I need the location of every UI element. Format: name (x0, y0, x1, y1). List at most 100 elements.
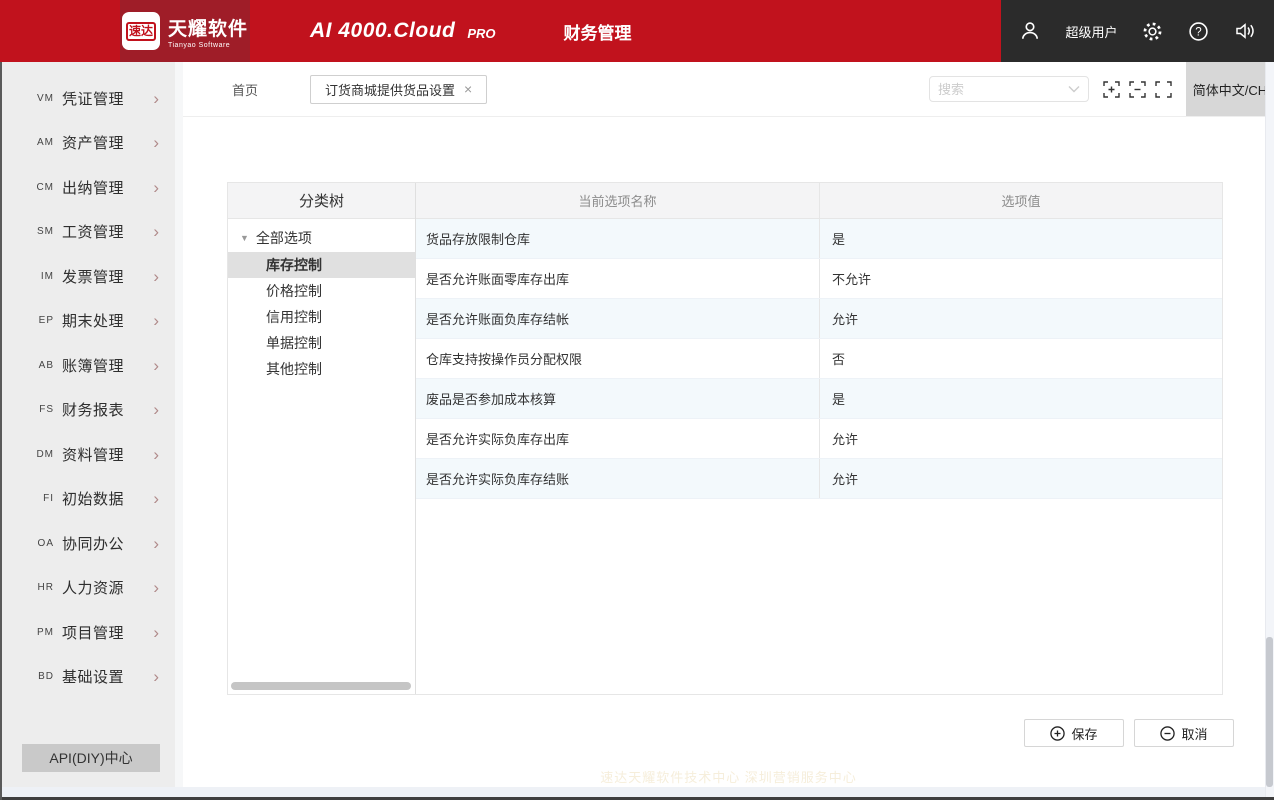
sidebar-item[interactable]: PM 项目管理 › (0, 610, 175, 655)
chevron-down-icon[interactable] (1068, 85, 1080, 93)
option-name-cell: 是否允许实际负库存出库 (416, 419, 819, 458)
sidebar-item-label: 财务报表 (62, 399, 124, 420)
chevron-right-icon: › (153, 668, 159, 685)
sidebar-item-label: 基础设置 (62, 666, 124, 687)
sidebar-item-code: PM (28, 627, 54, 638)
brand-name: 天耀软件 (168, 14, 248, 41)
close-icon[interactable]: × (464, 81, 472, 97)
fullscreen-icon[interactable] (1155, 81, 1172, 98)
option-value-cell[interactable]: 允许 (819, 419, 1222, 458)
option-value-cell[interactable]: 是 (819, 379, 1222, 418)
plus-circle-icon (1050, 726, 1065, 741)
sidebar-item[interactable]: SM 工资管理 › (0, 210, 175, 255)
save-button[interactable]: 保存 (1024, 719, 1124, 747)
save-button-label: 保存 (1071, 724, 1097, 743)
sidebar-item[interactable]: AM 资产管理 › (0, 121, 175, 166)
tree-node[interactable]: 库存控制 (228, 252, 415, 278)
header-toolbar: 超级用户 ? (1001, 0, 1274, 62)
window-left-edge (0, 62, 2, 800)
caret-down-icon[interactable]: ▼ (240, 233, 249, 243)
option-value-cell[interactable]: 是 (819, 219, 1222, 258)
option-value-cell[interactable]: 否 (819, 339, 1222, 378)
sidebar-item-label: 资产管理 (62, 132, 124, 153)
table-row[interactable]: 货品存放限制仓库 是 (416, 219, 1222, 259)
tab-active-label: 订货商城提供货品设置 (325, 80, 455, 99)
tree-node[interactable]: 单据控制 (228, 330, 415, 356)
sidebar-item-label: 人力资源 (62, 577, 124, 598)
tree-root-node[interactable]: ▼ 全部选项 (228, 219, 415, 252)
chevron-right-icon: › (153, 579, 159, 596)
brand-block: 天耀软件 Tianyao Software (168, 14, 248, 49)
sidebar-item-label: 资料管理 (62, 444, 124, 465)
logo-badge-text: 速达 (126, 22, 156, 41)
option-value-cell[interactable]: 不允许 (819, 259, 1222, 298)
sidebar-item[interactable]: AB 账簿管理 › (0, 343, 175, 388)
vertical-scrollbar-track[interactable] (1265, 62, 1274, 797)
table-row[interactable]: 仓库支持按操作员分配权限 否 (416, 339, 1222, 379)
sidebar-item-label: 初始数据 (62, 488, 124, 509)
category-tree-panel: 分类树 ▼ 全部选项 库存控制 价格控制 信用控制 单据控制 其他控制 (228, 183, 416, 694)
module-title: 财务管理 (564, 19, 632, 44)
option-name-cell: 是否允许账面负库存结帐 (416, 299, 819, 338)
product-name: AI 4000.Cloud (310, 19, 455, 43)
settings-gear-icon[interactable] (1142, 20, 1164, 42)
api-center-button[interactable]: API(DIY)中心 (22, 744, 160, 772)
user-icon[interactable] (1019, 20, 1041, 42)
brand-subtitle: Tianyao Software (168, 42, 248, 49)
option-value-cell[interactable]: 允许 (819, 299, 1222, 338)
logo-badge-icon: 速达 (122, 12, 160, 50)
table-row[interactable]: 废品是否参加成本核算 是 (416, 379, 1222, 419)
sidebar-item[interactable]: DM 资料管理 › (0, 432, 175, 477)
search-input[interactable] (938, 82, 1068, 97)
options-panel: 分类树 ▼ 全部选项 库存控制 价格控制 信用控制 单据控制 其他控制 (227, 182, 1223, 695)
language-toggle[interactable]: 简体中文/CH (1186, 62, 1274, 116)
current-user-label[interactable]: 超级用户 (1065, 22, 1117, 41)
tree-node[interactable]: 信用控制 (228, 304, 415, 330)
sidebar-item[interactable]: CM 出纳管理 › (0, 165, 175, 210)
sidebar-item[interactable]: VM 凭证管理 › (0, 76, 175, 121)
sidebar-item[interactable]: HR 人力资源 › (0, 566, 175, 611)
option-name-cell: 是否允许账面零库存出库 (416, 259, 819, 298)
tree-node[interactable]: 价格控制 (228, 278, 415, 304)
sidebar-item-code: EP (28, 315, 54, 326)
chevron-right-icon: › (153, 624, 159, 641)
zoom-out-icon[interactable] (1129, 81, 1146, 98)
option-value-cell[interactable]: 允许 (819, 459, 1222, 498)
sidebar-item[interactable]: IM 发票管理 › (0, 254, 175, 299)
announcement-speaker-icon[interactable] (1234, 20, 1256, 42)
sidebar-item-code: OA (28, 538, 54, 549)
table-row[interactable]: 是否允许实际负库存出库 允许 (416, 419, 1222, 459)
chevron-right-icon: › (153, 357, 159, 374)
sidebar-item[interactable]: BD 基础设置 › (0, 655, 175, 700)
svg-text:?: ? (1195, 26, 1201, 38)
option-name-cell: 是否允许实际负库存结账 (416, 459, 819, 498)
table-row[interactable]: 是否允许实际负库存结账 允许 (416, 459, 1222, 499)
tree-node[interactable]: 其他控制 (228, 356, 415, 382)
tree-title: 分类树 (228, 183, 415, 219)
table-row[interactable]: 是否允许账面零库存出库 不允许 (416, 259, 1222, 299)
sidebar-item[interactable]: OA 协同办公 › (0, 521, 175, 566)
product-edition-badge: PRO (467, 26, 495, 41)
main-area: 首页 订货商城提供货品设置 × 简体中文/CH (183, 62, 1274, 800)
tree-horizontal-scrollbar[interactable] (231, 682, 411, 690)
option-name-cell: 货品存放限制仓库 (416, 219, 819, 258)
sidebar-item[interactable]: FI 初始数据 › (0, 477, 175, 522)
sidebar-item-label: 协同办公 (62, 533, 124, 554)
sidebar-gutter (175, 62, 183, 800)
sidebar-item[interactable]: EP 期末处理 › (0, 299, 175, 344)
zoom-in-icon[interactable] (1103, 81, 1120, 98)
sidebar-item-label: 出纳管理 (62, 177, 124, 198)
help-icon[interactable]: ? (1188, 20, 1210, 42)
table-row[interactable]: 是否允许账面负库存结帐 允许 (416, 299, 1222, 339)
sidebar-item[interactable]: FS 财务报表 › (0, 388, 175, 433)
vertical-scrollbar-thumb[interactable] (1266, 637, 1273, 787)
tab-active[interactable]: 订货商城提供货品设置 × (310, 75, 487, 104)
chevron-right-icon: › (153, 535, 159, 552)
sidebar-item-code: AB (28, 360, 54, 371)
chevron-right-icon: › (153, 490, 159, 507)
tab-home[interactable]: 首页 (232, 80, 258, 99)
option-name-cell: 仓库支持按操作员分配权限 (416, 339, 819, 378)
cancel-button[interactable]: 取消 (1134, 719, 1234, 747)
tab-bar: 首页 订货商城提供货品设置 × 简体中文/CH (183, 62, 1274, 117)
sidebar-item-label: 工资管理 (62, 221, 124, 242)
